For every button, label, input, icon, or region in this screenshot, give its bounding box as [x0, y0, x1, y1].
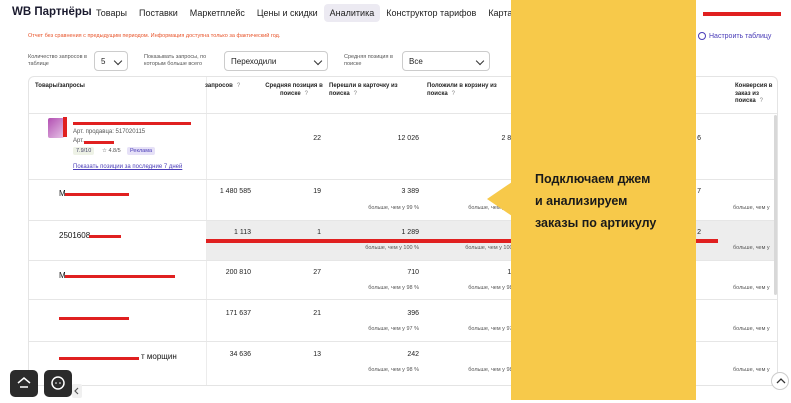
show-positions-link[interactable]: Показать позиции за последние 7 дней	[73, 164, 182, 170]
nav-item-marketplace[interactable]: Маркетплейс	[184, 4, 251, 22]
redacted-query	[65, 275, 175, 278]
row-right-sub: больше, чем у	[733, 326, 770, 332]
show-select[interactable]: Переходили	[224, 51, 328, 71]
article-label: Арт.	[73, 138, 84, 144]
pos-select-value: Все	[409, 56, 423, 66]
configure-table-link[interactable]: Настроить таблицу	[698, 32, 771, 40]
row-to-card: 1 289	[401, 229, 419, 236]
nav-item-goods[interactable]: Товары	[90, 4, 133, 22]
redacted-mark	[63, 117, 67, 137]
col-header-product[interactable]: Товары/запросы	[35, 77, 85, 113]
row-to-card: 242	[407, 351, 419, 358]
count-select[interactable]: 5	[94, 51, 128, 71]
col-header-to-cart[interactable]: Положили в корзину из поиска?	[427, 77, 519, 113]
row-to-card: 396	[407, 310, 419, 317]
nav-item-supplies[interactable]: Поставки	[133, 4, 184, 22]
redacted-product-name	[73, 122, 191, 125]
show-filter-label: Показывать запросы, по которым больше вс…	[144, 54, 207, 67]
row-right-sub: больше, чем у	[733, 245, 770, 251]
redacted-account	[703, 12, 781, 16]
row-avg-pos: 13	[313, 351, 321, 358]
pos-select[interactable]: Все	[402, 51, 490, 71]
rating-badge: 7.9/10	[73, 147, 95, 155]
nav-item-tariff-builder[interactable]: Конструктор тарифов	[380, 4, 482, 22]
stars-badge: ☆ 4.8/5	[102, 148, 121, 154]
configure-table-label: Настроить таблицу	[709, 32, 772, 40]
menu-button[interactable]	[10, 370, 38, 397]
redacted-article	[84, 141, 114, 144]
row-to-card-sub: больше, чем у 98 %	[368, 367, 419, 373]
row-to-card-sub: больше, чем у 100 %	[365, 245, 419, 251]
main-nav: Товары Поставки Маркетплейс Цены и скидк…	[90, 4, 555, 22]
product-to-card: 12 026	[397, 135, 419, 142]
col-header-requests[interactable]: запросов?	[205, 77, 240, 113]
row-to-card-sub: больше, чем у 99 %	[368, 205, 419, 211]
chat-icon	[51, 376, 65, 390]
row-to-cart-sub: больше, чем у 98 %	[468, 367, 519, 373]
row-to-card-sub: больше, чем у 98 %	[368, 285, 419, 291]
row-to-cart: 79	[427, 310, 519, 317]
row-requests: 1 480 585	[219, 188, 251, 195]
row-to-cart-sub: больше, чем у 100 %	[465, 245, 519, 251]
row-to-cart: 172	[427, 269, 519, 276]
pos-filter-label: Средняя позиция в поиске	[344, 54, 393, 67]
row-requests: 1 113	[234, 229, 251, 236]
seller-article: Арт. продавца: 517020115	[73, 129, 146, 135]
nav-item-prices[interactable]: Цены и скидки	[251, 4, 324, 22]
overlay-text: Подключаем джем и анализируем заказы по …	[535, 168, 685, 234]
row-to-card: 710	[407, 269, 419, 276]
col-header-avg-pos[interactable]: Средняя позиция в поиске?	[265, 77, 323, 113]
chevron-down-icon	[475, 56, 485, 66]
row-avg-pos: 27	[313, 269, 321, 276]
redacted-query	[59, 317, 129, 320]
show-select-value: Переходили	[231, 56, 277, 66]
home-icon	[17, 377, 31, 388]
count-filter-label: Количество запросов в таблице	[28, 54, 87, 67]
collapse-dock-button[interactable]	[72, 384, 82, 398]
row-avg-pos: 1	[317, 229, 321, 236]
query-text: 2501608	[59, 231, 91, 240]
col-header-to-card[interactable]: Перешли в карточку из поиска?	[329, 77, 421, 113]
row-avg-pos: 19	[313, 188, 321, 195]
notice-text: Отчет без сравнения с предыдущим периодо…	[28, 33, 281, 39]
ad-badge: Реклама	[127, 147, 156, 155]
table-scrollbar[interactable]	[774, 115, 777, 295]
product-image[interactable]	[48, 118, 64, 138]
overlay-line-2: и анализируем	[535, 194, 628, 208]
count-select-value: 5	[101, 56, 106, 66]
query-text: т морщин	[141, 352, 177, 361]
nav-item-analytics[interactable]: Аналитика	[323, 4, 381, 22]
overlay-pointer	[487, 182, 512, 216]
chevron-down-icon	[113, 56, 123, 66]
row-requests: 171 637	[225, 310, 251, 317]
row-to-card: 3 389	[401, 188, 419, 195]
scroll-to-top-button[interactable]	[771, 372, 789, 390]
redacted-query	[59, 357, 139, 360]
redacted-query	[89, 235, 121, 238]
chat-button[interactable]	[44, 370, 72, 397]
app-logo[interactable]: WB Партнёры	[12, 6, 92, 18]
row-to-cart-sub: больше, чем у 97 %	[468, 326, 519, 332]
chevron-down-icon	[313, 56, 323, 66]
overlay-line-3: заказы по артикулу	[535, 216, 657, 230]
row-right-sub: больше, чем у	[733, 205, 770, 211]
row-requests: 34 636	[229, 351, 251, 358]
row-to-card-sub: больше, чем у 97 %	[368, 326, 419, 332]
chevron-left-icon	[74, 387, 79, 395]
row-right-sub: больше, чем у	[733, 367, 770, 373]
row-requests: 200 810	[225, 269, 251, 276]
row-avg-pos: 21	[313, 310, 321, 317]
row-to-cart: 47	[427, 229, 519, 236]
gear-icon	[698, 32, 706, 40]
redacted-query	[65, 193, 129, 196]
product-to-cart: 2 806	[501, 135, 519, 142]
row-right-sub: больше, чем у	[733, 285, 770, 291]
col-header-conversion[interactable]: Конверсия в заказ из поиска?	[735, 77, 777, 113]
product-avg-pos: 22	[313, 135, 321, 142]
overlay-line-1: Подключаем джем	[535, 172, 651, 186]
row-to-cart-sub: больше, чем у 98 %	[468, 285, 519, 291]
chevron-up-icon	[776, 378, 786, 384]
row-to-cart: 55	[427, 351, 519, 358]
